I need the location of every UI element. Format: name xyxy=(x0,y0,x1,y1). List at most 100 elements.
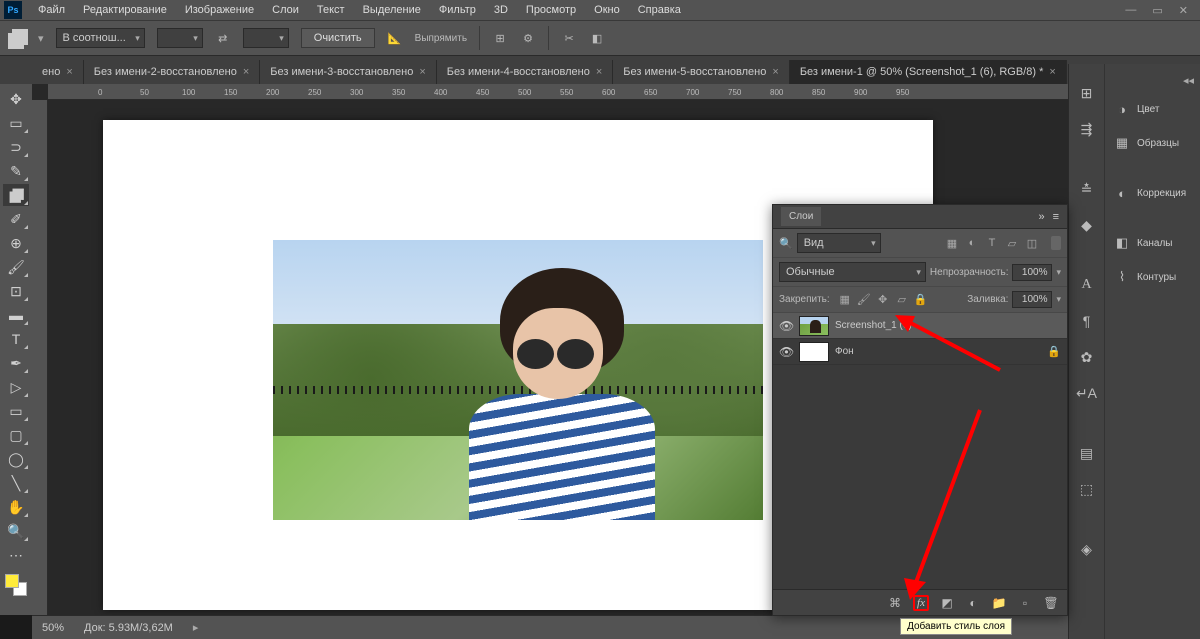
menu-layers[interactable]: Слои xyxy=(264,2,307,18)
menu-image[interactable]: Изображение xyxy=(177,2,262,18)
foreground-color[interactable] xyxy=(5,574,19,588)
character-icon[interactable]: A xyxy=(1076,274,1098,296)
layer-thumbnail[interactable] xyxy=(799,342,829,362)
doc-tab-4[interactable]: Без имени-5-восстановлено× xyxy=(613,60,790,84)
filter-shape-icon[interactable]: ▱ xyxy=(1005,236,1019,250)
menu-help[interactable]: Справка xyxy=(630,2,689,18)
paragraph-icon[interactable]: ¶ xyxy=(1076,310,1098,332)
styles-icon[interactable]: ◆ xyxy=(1076,214,1098,236)
layers-tab[interactable]: Слои xyxy=(781,207,821,226)
filter-adjust-icon[interactable]: ◐ xyxy=(965,236,979,250)
doc-tab-0[interactable]: ено× xyxy=(32,60,84,84)
delete-layer-icon[interactable]: 🗑 xyxy=(1043,595,1059,611)
lock-position-icon[interactable]: ✥ xyxy=(876,293,890,307)
paths-panel-button[interactable]: ⌇Контуры xyxy=(1111,265,1194,289)
glyphs-icon[interactable]: ✿ xyxy=(1076,346,1098,368)
menu-edit[interactable]: Редактирование xyxy=(75,2,175,18)
tab-close-icon[interactable]: × xyxy=(419,66,425,78)
tab-close-icon[interactable]: × xyxy=(66,66,72,78)
minimize-icon[interactable]: — xyxy=(1125,4,1136,17)
tab-close-icon[interactable]: × xyxy=(1049,66,1055,78)
delete-pixels-icon[interactable]: ✂ xyxy=(561,30,577,46)
correction-panel-button[interactable]: ◐Коррекция xyxy=(1111,181,1194,205)
eyedropper-tool[interactable]: ✐ xyxy=(3,208,29,230)
swap-dimensions-icon[interactable]: ⇄ xyxy=(215,30,231,46)
crop-width-input[interactable] xyxy=(157,28,203,48)
close-icon[interactable]: ✕ xyxy=(1179,4,1188,17)
doc-tab-2[interactable]: Без имени-3-восстановлено× xyxy=(260,60,437,84)
crop-tool[interactable] xyxy=(3,184,29,206)
dock-collapse-icon[interactable]: ◂◂ xyxy=(1183,74,1194,87)
fill-input[interactable]: 100% xyxy=(1012,291,1052,308)
shape-rounded-tool[interactable]: ▢ xyxy=(3,424,29,446)
grid-overlay-icon[interactable]: ⊞ xyxy=(492,30,508,46)
doc-tab-1[interactable]: Без имени-2-восстановлено× xyxy=(84,60,261,84)
filter-type-icon[interactable]: T xyxy=(985,236,999,250)
zoom-tool[interactable]: 🔍 xyxy=(3,520,29,542)
filter-smart-icon[interactable]: ◫ xyxy=(1025,236,1039,250)
channels-panel-button[interactable]: ◧Каналы xyxy=(1111,231,1194,255)
clear-button[interactable]: Очистить xyxy=(301,28,375,48)
crop-height-input[interactable] xyxy=(243,28,289,48)
edit-toolbar-icon[interactable]: ⋯ xyxy=(3,544,29,566)
tab-close-icon[interactable]: × xyxy=(596,66,602,78)
lock-pixels-icon[interactable]: 🖌 xyxy=(857,293,871,307)
marquee-tool[interactable]: ▭ xyxy=(3,112,29,134)
tab-close-icon[interactable]: × xyxy=(243,66,249,78)
opacity-input[interactable]: 100% xyxy=(1012,264,1052,281)
crop-ratio-dropdown[interactable]: В соотнош... xyxy=(56,28,145,48)
menu-filter[interactable]: Фильтр xyxy=(431,2,484,18)
properties-icon[interactable]: ⊞ xyxy=(1076,82,1098,104)
color-swatches[interactable] xyxy=(5,574,27,596)
hand-tool[interactable]: ✋ xyxy=(3,496,29,518)
path-select-tool[interactable]: ▷ xyxy=(3,376,29,398)
search-icon[interactable]: 🔍 xyxy=(779,237,793,250)
lock-icon[interactable]: 🔒 xyxy=(1047,345,1061,358)
type-tool[interactable]: T xyxy=(3,328,29,350)
libraries-icon[interactable]: ▤ xyxy=(1076,442,1098,464)
visibility-toggle-icon[interactable]: 👁 xyxy=(779,319,793,333)
swatches-panel-button[interactable]: ▦Образцы xyxy=(1111,131,1194,155)
ruler-horizontal[interactable]: 0501001502002503003504004505005506006507… xyxy=(48,84,1068,100)
lock-all-icon[interactable]: 🔒 xyxy=(914,293,928,307)
3d-icon[interactable]: ⬚ xyxy=(1076,478,1098,500)
lasso-tool[interactable]: ⊃ xyxy=(3,136,29,158)
doc-size[interactable]: Док: 5.93M/3,62M xyxy=(84,622,173,634)
layer-name[interactable]: Фон xyxy=(835,346,854,357)
menu-file[interactable]: Файл xyxy=(30,2,73,18)
menu-3d[interactable]: 3D xyxy=(486,2,516,18)
heal-tool[interactable]: ⊕ xyxy=(3,232,29,254)
filter-pixel-icon[interactable]: ▦ xyxy=(945,236,959,250)
char-styles-icon[interactable]: ↵A xyxy=(1076,382,1098,404)
color-panel-button[interactable]: ◑Цвет xyxy=(1111,97,1194,121)
filter-kind-dropdown[interactable]: Вид xyxy=(797,233,881,253)
filter-toggle-icon[interactable] xyxy=(1051,236,1061,250)
menu-view[interactable]: Просмотр xyxy=(518,2,584,18)
menu-window[interactable]: Окно xyxy=(586,2,628,18)
crop-settings-icon[interactable]: ⚙ xyxy=(520,30,536,46)
tab-close-icon[interactable]: × xyxy=(772,66,778,78)
layers-dock-icon[interactable]: ◈ xyxy=(1076,538,1098,560)
visibility-toggle-icon[interactable]: 👁 xyxy=(779,345,793,359)
maximize-icon[interactable]: ▭ xyxy=(1152,4,1162,17)
new-layer-icon[interactable]: ▫ xyxy=(1017,595,1033,611)
layers-panel-header[interactable]: Слои » ≡ xyxy=(773,205,1067,229)
layer-thumbnail[interactable] xyxy=(799,316,829,336)
pen-tool[interactable]: ✒ xyxy=(3,352,29,374)
shape-ellipse-tool[interactable]: ◯ xyxy=(3,448,29,470)
doc-tab-3[interactable]: Без имени-4-восстановлено× xyxy=(437,60,614,84)
brushes-icon[interactable]: ⇶ xyxy=(1076,118,1098,140)
shape-rect-tool[interactable]: ▭ xyxy=(3,400,29,422)
menu-select[interactable]: Выделение xyxy=(355,2,429,18)
collapse-icon[interactable]: » xyxy=(1038,211,1044,223)
ruler-vertical[interactable] xyxy=(32,100,48,615)
adjustments-icon[interactable]: ≛ xyxy=(1076,178,1098,200)
stamp-tool[interactable]: ⊡ xyxy=(3,280,29,302)
menu-text[interactable]: Текст xyxy=(309,2,353,18)
gradient-tool[interactable]: ▬ xyxy=(3,304,29,326)
doc-tab-active[interactable]: Без имени-1 @ 50% (Screenshot_1 (6), RGB… xyxy=(790,60,1067,84)
shape-line-tool[interactable]: ╲ xyxy=(3,472,29,494)
panel-menu-icon[interactable]: ≡ xyxy=(1053,211,1059,223)
content-aware-icon[interactable]: ◧ xyxy=(589,30,605,46)
lock-transparency-icon[interactable]: ▦ xyxy=(838,293,852,307)
